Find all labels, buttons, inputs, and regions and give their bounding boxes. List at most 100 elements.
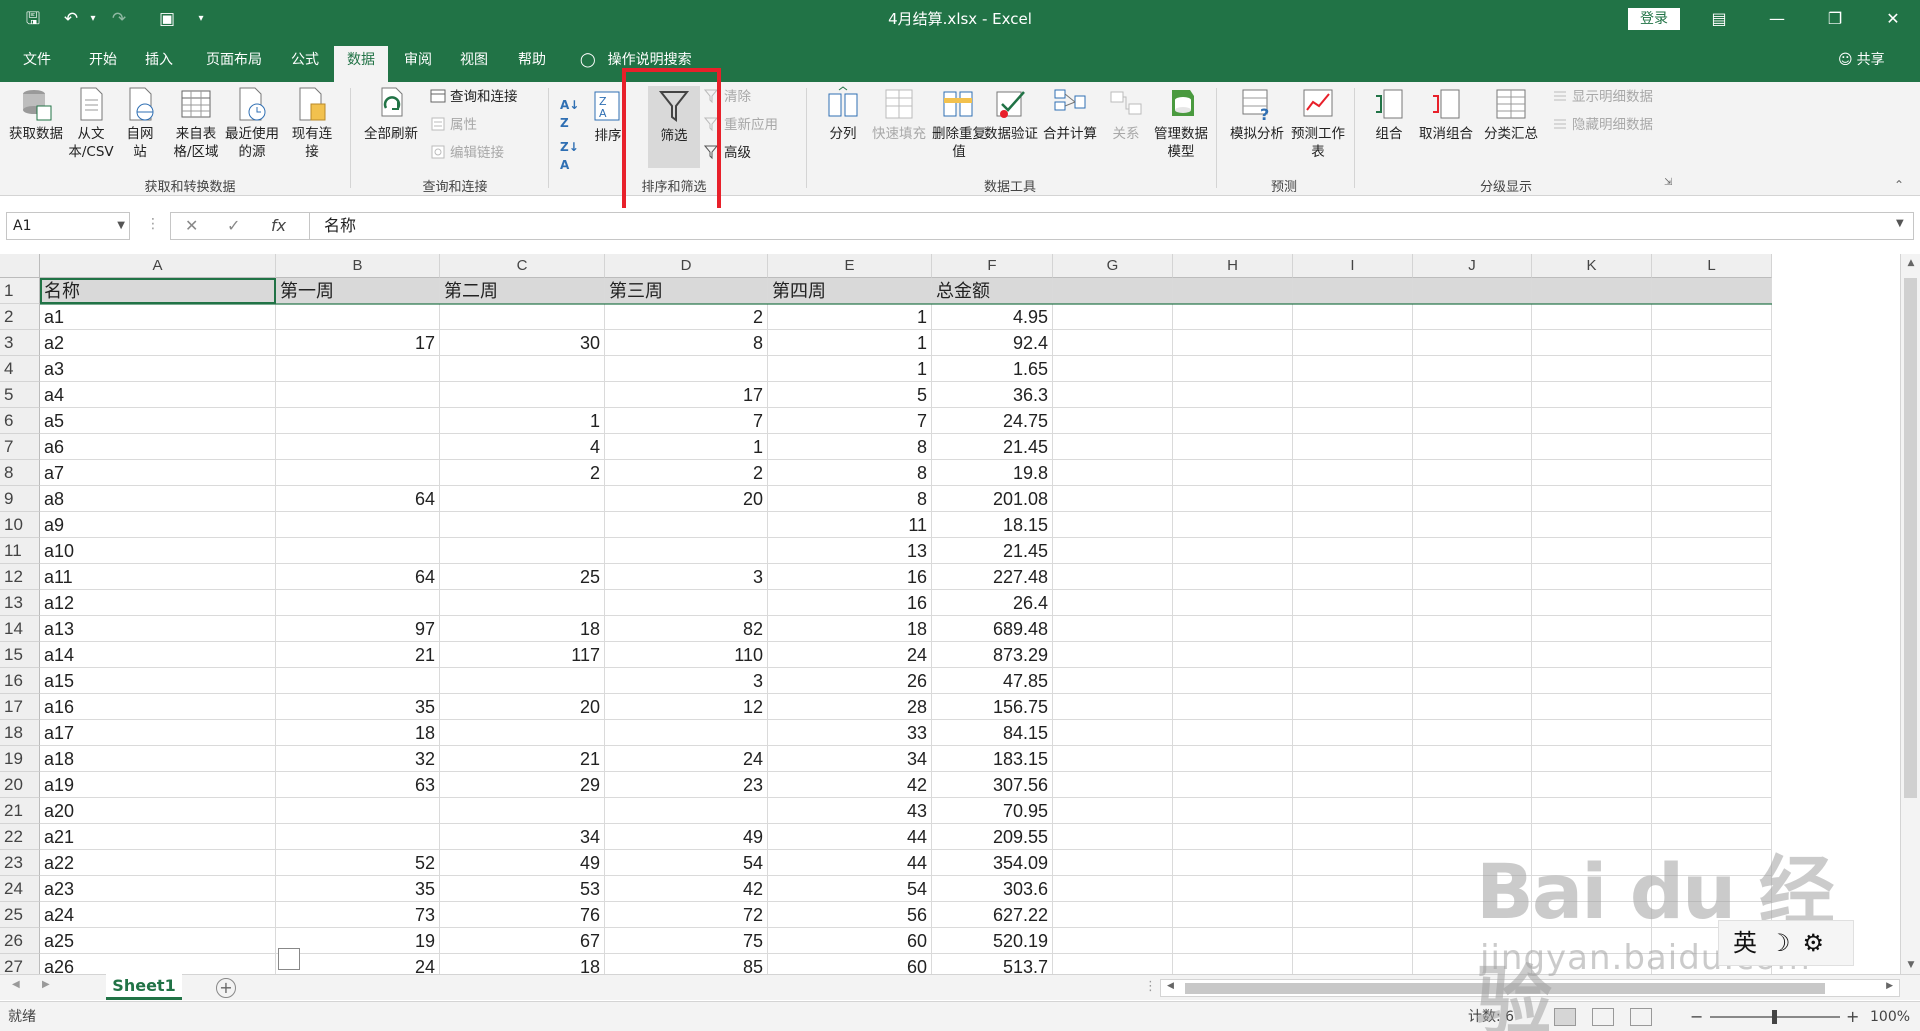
next-sheet-icon[interactable]: ▶ <box>42 979 50 990</box>
cell-empty[interactable] <box>1053 382 1173 408</box>
cell-empty[interactable] <box>1293 330 1413 356</box>
cell-name[interactable]: a26 <box>40 954 276 974</box>
cell-week1[interactable]: 24 <box>276 954 440 974</box>
cell-week4[interactable]: 11 <box>768 512 932 538</box>
cell-week4[interactable]: 8 <box>768 460 932 486</box>
cell-week1[interactable]: 35 <box>276 876 440 902</box>
cell-total[interactable]: 36.3 <box>932 382 1053 408</box>
cell-week3[interactable] <box>605 356 768 382</box>
cell-name[interactable]: a17 <box>40 720 276 746</box>
row-header[interactable]: 6 <box>0 408 40 434</box>
cell-empty[interactable] <box>1652 642 1772 668</box>
cell-week2[interactable]: 18 <box>440 954 605 974</box>
cell-week2[interactable] <box>440 720 605 746</box>
cell-empty[interactable] <box>1173 382 1293 408</box>
row-header[interactable]: 11 <box>0 538 40 564</box>
cell-week2[interactable]: 34 <box>440 824 605 850</box>
cell-empty[interactable] <box>1652 512 1772 538</box>
cell-week2[interactable]: 25 <box>440 564 605 590</box>
cell-empty[interactable] <box>1532 486 1652 512</box>
cell-empty[interactable] <box>1652 824 1772 850</box>
cell-empty[interactable] <box>1293 954 1413 974</box>
cell-name[interactable]: a21 <box>40 824 276 850</box>
cell-week4[interactable]: 24 <box>768 642 932 668</box>
cell-week1[interactable] <box>276 356 440 382</box>
row-header[interactable]: 13 <box>0 590 40 616</box>
cell-name[interactable]: a13 <box>40 616 276 642</box>
moon-icon[interactable]: ☽ <box>1769 929 1791 957</box>
cell-week2[interactable] <box>440 538 605 564</box>
cell-week3[interactable] <box>605 538 768 564</box>
cell-empty[interactable] <box>1413 538 1532 564</box>
cell-week1[interactable]: 73 <box>276 902 440 928</box>
row-header[interactable]: 3 <box>0 330 40 356</box>
cell-week2[interactable]: 21 <box>440 746 605 772</box>
cell-empty[interactable] <box>1053 356 1173 382</box>
cell-week3[interactable]: 2 <box>605 304 768 330</box>
sort-descending-button[interactable]: Z↓ A <box>560 138 579 174</box>
column-header-g[interactable]: G <box>1053 254 1173 278</box>
cell-empty[interactable] <box>1173 330 1293 356</box>
cell-week2[interactable]: 4 <box>440 434 605 460</box>
cell-empty[interactable] <box>1413 564 1532 590</box>
cell-empty[interactable] <box>1413 876 1532 902</box>
cell-empty[interactable] <box>1053 330 1173 356</box>
cell-week3[interactable]: 7 <box>605 408 768 434</box>
cell-total[interactable]: 156.75 <box>932 694 1053 720</box>
tab-file[interactable]: 文件 <box>12 46 62 82</box>
cell-empty[interactable] <box>1532 772 1652 798</box>
cell-week4[interactable]: 7 <box>768 408 932 434</box>
restore-icon[interactable]: ❐ <box>1812 0 1858 38</box>
cell-empty[interactable] <box>1293 278 1413 304</box>
horizontal-scroll-thumb[interactable] <box>1185 983 1825 994</box>
row-header[interactable]: 15 <box>0 642 40 668</box>
remove-duplicates-button[interactable]: 删除重复值 <box>932 86 986 161</box>
cell-week1[interactable]: 52 <box>276 850 440 876</box>
cell-empty[interactable] <box>1293 538 1413 564</box>
cell-empty[interactable] <box>1173 512 1293 538</box>
cell-week2[interactable] <box>440 668 605 694</box>
cell-week2[interactable]: 67 <box>440 928 605 954</box>
cell-week2[interactable]: 117 <box>440 642 605 668</box>
cell-week2[interactable] <box>440 304 605 330</box>
cell-empty[interactable] <box>1652 486 1772 512</box>
row-header[interactable]: 17 <box>0 694 40 720</box>
cell-empty[interactable] <box>1293 902 1413 928</box>
share-button[interactable]: ☺ 共享 <box>1838 46 1885 74</box>
row-header[interactable]: 4 <box>0 356 40 382</box>
cell-name[interactable]: a2 <box>40 330 276 356</box>
group-button[interactable]: 组合 <box>1364 86 1414 143</box>
cell-week3[interactable]: 54 <box>605 850 768 876</box>
cell-empty[interactable] <box>1053 902 1173 928</box>
cell-week1[interactable] <box>276 512 440 538</box>
cell-name[interactable]: a8 <box>40 486 276 512</box>
ribbon-display-options-icon[interactable]: ▤ <box>1696 0 1742 38</box>
cell-empty[interactable] <box>1652 434 1772 460</box>
cell-empty[interactable] <box>1053 642 1173 668</box>
cell-week1[interactable]: 64 <box>276 564 440 590</box>
column-header-b[interactable]: B <box>276 254 440 278</box>
cell-empty[interactable] <box>1413 850 1532 876</box>
cell-empty[interactable] <box>1532 512 1652 538</box>
cell-empty[interactable] <box>1293 694 1413 720</box>
cell-empty[interactable] <box>1053 538 1173 564</box>
cell-name[interactable]: a16 <box>40 694 276 720</box>
cell-week1[interactable]: 64 <box>276 486 440 512</box>
horizontal-scrollbar[interactable]: ◀ ▶ <box>1160 979 1900 997</box>
cell-empty[interactable] <box>1413 902 1532 928</box>
cell-empty[interactable] <box>1413 798 1532 824</box>
column-header-d[interactable]: D <box>605 254 768 278</box>
cell-week1[interactable]: 35 <box>276 694 440 720</box>
cell-empty[interactable] <box>1293 486 1413 512</box>
cell-week4[interactable]: 56 <box>768 902 932 928</box>
cell-empty[interactable] <box>1293 408 1413 434</box>
relationships-button[interactable]: 关系 <box>1104 86 1148 143</box>
cell-empty[interactable] <box>1173 356 1293 382</box>
spreadsheet-grid[interactable]: ABCDEFGHIJKL 1 名称 第一周 第二周 第三周 第四周 总金额 2 a1 2 1 4.95… <box>0 254 1900 974</box>
ime-language-toggle[interactable]: 英 <box>1733 929 1757 957</box>
cell-name[interactable]: a11 <box>40 564 276 590</box>
cell-empty[interactable] <box>1413 304 1532 330</box>
cell-empty[interactable] <box>1413 486 1532 512</box>
cell-week2[interactable]: 49 <box>440 850 605 876</box>
cell-empty[interactable] <box>1532 616 1652 642</box>
